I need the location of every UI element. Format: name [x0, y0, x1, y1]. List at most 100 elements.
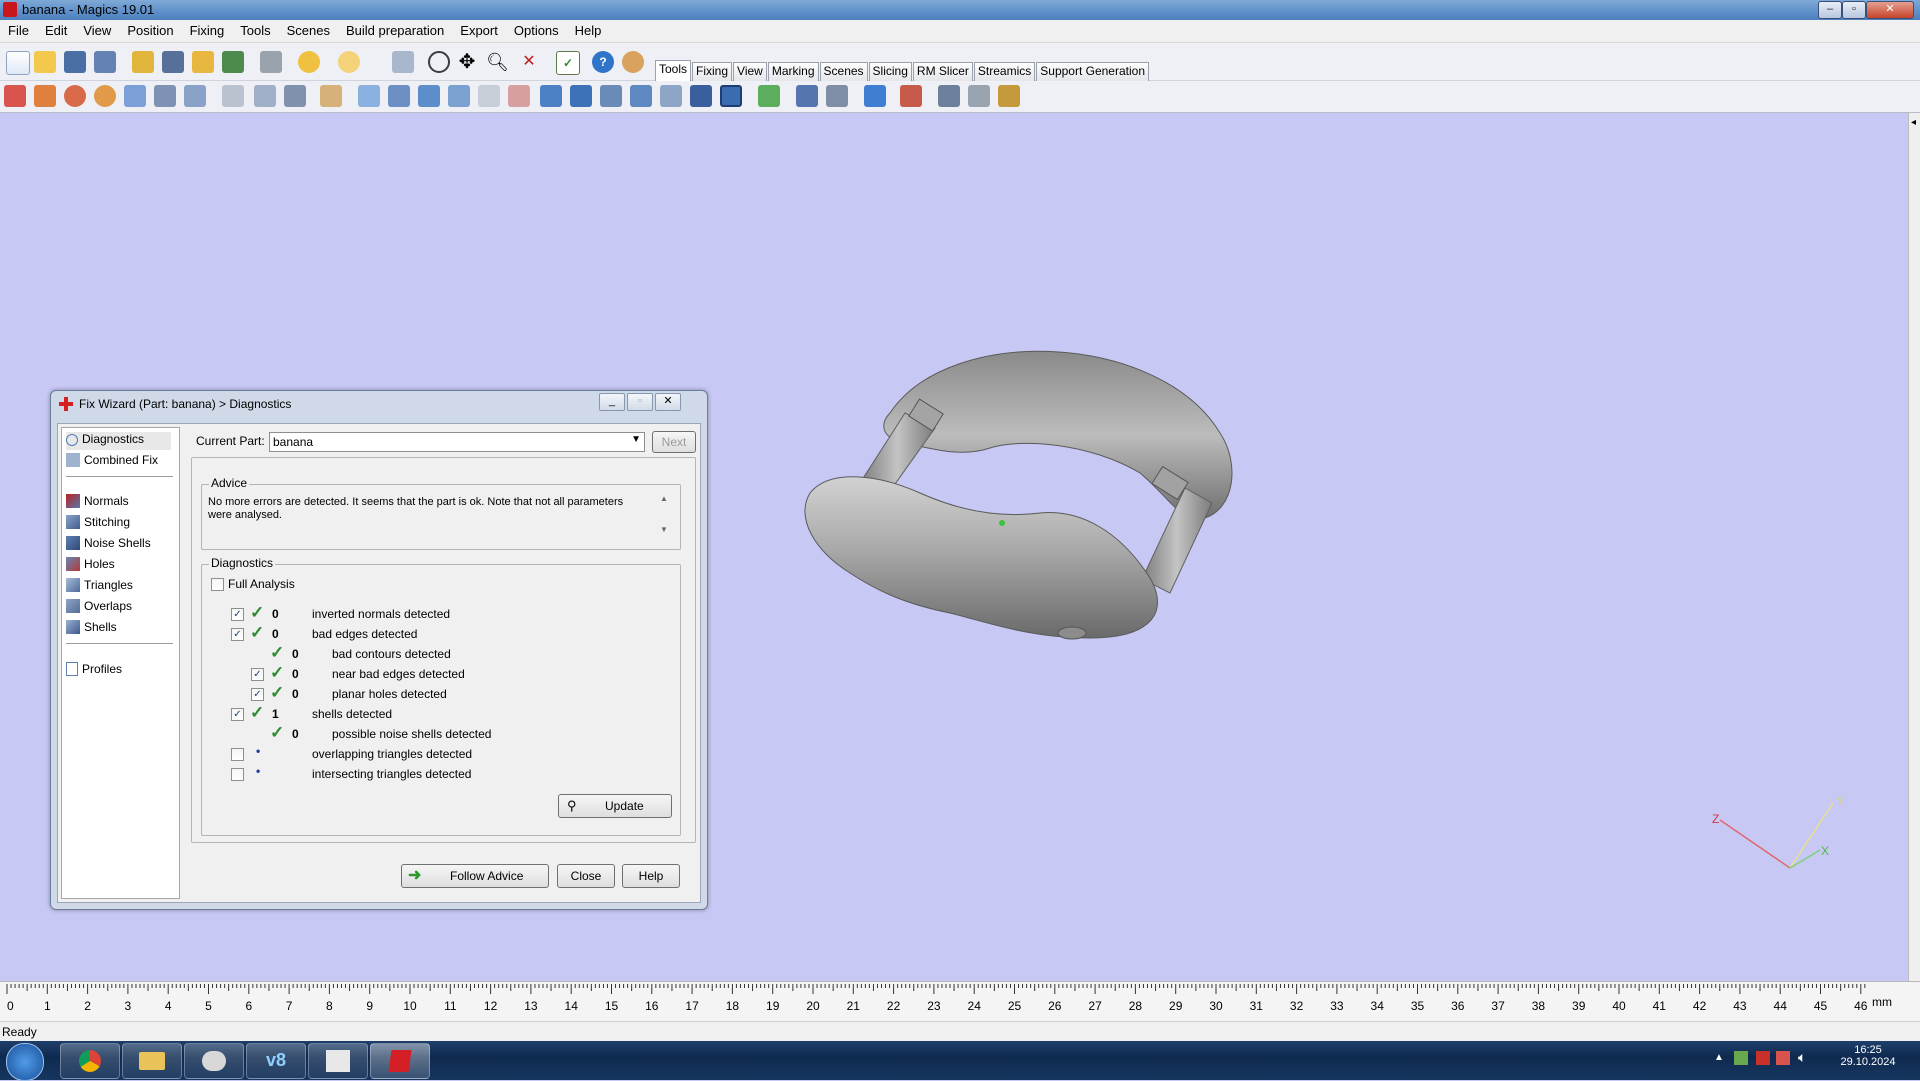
remesh-icon[interactable]	[508, 85, 530, 107]
duplicate-icon[interactable]	[184, 85, 206, 107]
menu-options[interactable]: Options	[506, 20, 567, 38]
explorer-taskbar-button[interactable]	[122, 1043, 182, 1079]
dialog-close-icon[interactable]: ✕	[655, 393, 681, 411]
start-button[interactable]	[6, 1043, 44, 1081]
menu-fixing[interactable]: Fixing	[182, 20, 233, 38]
chrome-taskbar-button[interactable]	[60, 1043, 120, 1079]
box-icon[interactable]	[690, 85, 712, 107]
align-icon[interactable]	[222, 85, 244, 107]
compare-icon[interactable]	[826, 85, 848, 107]
tab-slicing[interactable]: Slicing	[868, 62, 912, 81]
close-window-button[interactable]: ✕	[1866, 1, 1914, 19]
boolean-icon[interactable]	[358, 85, 380, 107]
current-part-select[interactable]: banana ▼	[269, 432, 645, 452]
tab-view[interactable]: View	[733, 62, 767, 81]
rotate-part-icon[interactable]	[64, 85, 86, 107]
tab-scenes[interactable]: Scenes	[819, 62, 868, 81]
menu-build-preparation[interactable]: Build preparation	[338, 20, 452, 38]
save-part-icon[interactable]	[162, 51, 184, 73]
next-button[interactable]: Next	[652, 431, 696, 453]
side-panel-collapsed[interactable]: ◂	[1908, 113, 1920, 981]
measure-icon[interactable]	[320, 85, 342, 107]
tab-rm-slicer[interactable]: RM Slicer	[912, 62, 973, 81]
bad-edges-checkbox[interactable]: ✓	[231, 628, 244, 641]
scale-icon[interactable]	[124, 85, 146, 107]
triangle-reduction-icon[interactable]	[448, 85, 470, 107]
banana-part-model[interactable]	[804, 350, 1233, 640]
section-icon[interactable]	[660, 85, 682, 107]
follow-advice-button[interactable]: ➜ Follow Advice	[401, 864, 549, 888]
help-button[interactable]: Help	[622, 864, 680, 888]
smooth-icon[interactable]	[478, 85, 500, 107]
shells-checkbox[interactable]: ✓	[231, 708, 244, 721]
translate-icon[interactable]	[4, 85, 26, 107]
shell-icon[interactable]	[540, 85, 562, 107]
menu-position[interactable]: Position	[119, 20, 181, 38]
overlapping-triangles-checkbox[interactable]	[231, 748, 244, 761]
tray-expand-icon[interactable]: ▲	[1714, 1052, 1724, 1063]
redo-icon[interactable]	[338, 51, 360, 73]
menu-view[interactable]: View	[75, 20, 119, 38]
wrap-icon[interactable]	[630, 85, 652, 107]
planar-holes-checkbox[interactable]: ✓	[251, 688, 264, 701]
tab-streamics[interactable]: Streamics	[973, 62, 1036, 81]
update-button[interactable]: ⚲ Update	[558, 794, 672, 818]
nav-profiles[interactable]: Profiles	[66, 662, 122, 680]
nav-combined-fix[interactable]: Combined Fix	[66, 453, 158, 471]
advice-scrollbar[interactable]: ▲ ▼	[658, 494, 670, 540]
tab-support-generation[interactable]: Support Generation	[1036, 62, 1150, 81]
offset-icon[interactable]	[284, 85, 306, 107]
pan-icon[interactable]: ✥	[456, 51, 478, 73]
volume-icon[interactable]: 🔈︎	[1798, 1049, 1806, 1066]
nav-diagnostics[interactable]: Diagnostics	[66, 432, 171, 450]
minimize-button[interactable]: –	[1818, 1, 1842, 19]
near-bad-edges-checkbox[interactable]: ✓	[251, 668, 264, 681]
print-icon[interactable]	[260, 51, 282, 73]
cut-icon[interactable]	[388, 85, 410, 107]
perforate-icon[interactable]	[600, 85, 622, 107]
part-info-icon[interactable]	[864, 85, 886, 107]
translate-to-default-icon[interactable]	[34, 85, 56, 107]
menu-tools[interactable]: Tools	[232, 20, 278, 38]
assistant-icon[interactable]	[622, 51, 644, 73]
nav-stitching[interactable]: Stitching	[66, 515, 130, 533]
clock[interactable]: 16:25 29.10.2024	[1828, 1044, 1908, 1068]
menu-scenes[interactable]: Scenes	[279, 20, 338, 38]
frame-icon[interactable]	[720, 85, 742, 107]
scroll-up-icon[interactable]: ▲	[658, 494, 670, 503]
undo-icon[interactable]	[298, 51, 320, 73]
nav-triangles[interactable]: Triangles	[66, 578, 133, 596]
dialog-minimize-button[interactable]: _	[599, 393, 625, 411]
paint-taskbar-button[interactable]	[184, 1043, 244, 1079]
nav-overlaps[interactable]: Overlaps	[66, 599, 132, 617]
tab-tools[interactable]: Tools	[655, 60, 692, 81]
save-icon[interactable]	[64, 51, 86, 73]
expand-panel-icon[interactable]: ◂	[1911, 117, 1916, 128]
load-project-icon[interactable]	[192, 51, 214, 73]
select-icon[interactable]	[392, 51, 414, 73]
menu-help[interactable]: Help	[567, 20, 610, 38]
save-as-icon[interactable]	[94, 51, 116, 73]
open-folder-icon[interactable]	[34, 51, 56, 73]
split-icon[interactable]	[758, 85, 780, 107]
extrude-icon[interactable]	[418, 85, 440, 107]
report-icon[interactable]	[796, 85, 818, 107]
checklist-icon[interactable]: ✓	[556, 51, 580, 75]
zoom-fit-icon[interactable]: ✕	[518, 51, 540, 73]
menu-export[interactable]: Export	[452, 20, 506, 38]
tab-marking[interactable]: Marking	[767, 62, 819, 81]
interactive-rotate-icon[interactable]	[94, 85, 116, 107]
hatch-icon[interactable]	[968, 85, 990, 107]
new-file-icon[interactable]	[6, 51, 30, 75]
nav-shells[interactable]: Shells	[66, 620, 117, 638]
intersecting-triangles-checkbox[interactable]	[231, 768, 244, 781]
action-center-icon[interactable]	[1776, 1051, 1790, 1065]
v8-taskbar-button[interactable]: v8	[246, 1043, 306, 1079]
app-taskbar-button[interactable]	[308, 1043, 368, 1079]
language-flag-icon[interactable]	[1756, 1051, 1770, 1065]
hollow-icon[interactable]	[254, 85, 276, 107]
diagnose-icon[interactable]	[900, 85, 922, 107]
title-bar[interactable]: banana - Magics 19.01 – ▫ ✕	[0, 0, 1920, 20]
nav-holes[interactable]: Holes	[66, 557, 115, 575]
settings-gear-icon[interactable]	[938, 85, 960, 107]
